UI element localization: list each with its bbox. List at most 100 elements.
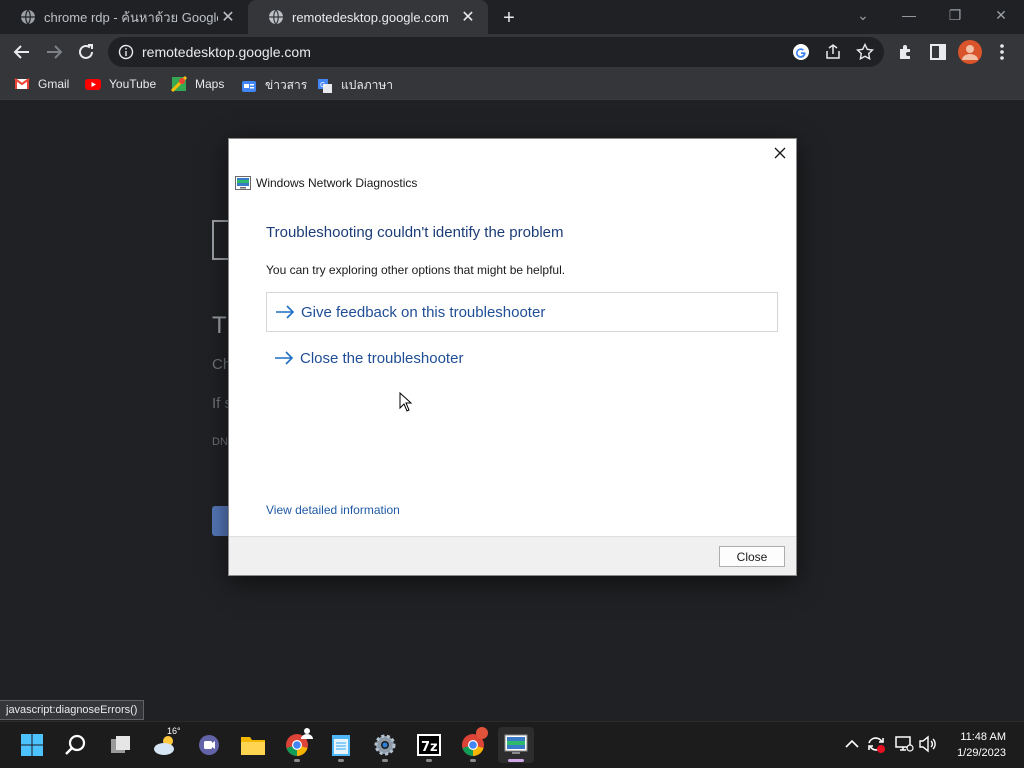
running-indicator — [294, 759, 300, 762]
dialog-heading: Troubleshooting couldn't identify the pr… — [266, 224, 564, 241]
reload-icon — [79, 44, 93, 59]
search-button[interactable] — [58, 727, 94, 763]
weather-temperature: 16° — [167, 726, 181, 736]
tab-search-chevron-icon[interactable]: ⌄ — [848, 4, 878, 26]
dialog-close-icon[interactable] — [768, 143, 792, 163]
view-detailed-information-link[interactable]: View detailed information — [266, 503, 400, 517]
file-explorer-button[interactable] — [235, 727, 271, 763]
arrow-right-icon — [276, 305, 295, 319]
new-tab-button[interactable]: + — [498, 7, 520, 29]
bookmark-label: ข่าวสาร — [265, 78, 308, 92]
network-diagnostics-icon — [235, 176, 251, 190]
google-lens-icon[interactable] — [792, 43, 810, 61]
chrome-button[interactable] — [279, 727, 315, 763]
extensions-icon[interactable] — [896, 42, 916, 62]
running-indicator — [508, 759, 524, 762]
tab-chrome-rdp-search[interactable]: chrome rdp - ค้นหาด้วย Google ✕ — [0, 0, 248, 34]
start-button[interactable] — [14, 727, 50, 763]
bookmark-youtube[interactable]: YouTube — [85, 76, 156, 92]
error-code-text: DN — [212, 436, 228, 448]
teams-chat-icon — [199, 735, 219, 755]
network-diagnostics-dialog: Windows Network Diagnostics Troubleshoot… — [228, 138, 797, 576]
running-indicator — [470, 759, 476, 762]
notepad-button[interactable] — [323, 727, 359, 763]
running-indicator — [426, 759, 432, 762]
back-button[interactable] — [8, 38, 36, 66]
clock-time: 11:48 AM — [960, 731, 1006, 743]
dialog-footer: Close — [229, 536, 796, 575]
windows-taskbar: 16° 7z 11:48 AM 1/29/2023 — [0, 721, 1024, 768]
tab-title: remotedesktop.google.com — [292, 9, 449, 25]
volume-icon[interactable] — [918, 734, 938, 754]
tab-strip: chrome rdp - ค้นหาด้วย Google ✕ remotede… — [0, 0, 1024, 34]
windows-start-icon — [21, 734, 43, 756]
minimize-icon[interactable]: — — [894, 4, 924, 26]
tab-title: chrome rdp - ค้นหาด้วย Google — [44, 9, 218, 25]
dialog-window-title: Windows Network Diagnostics — [256, 176, 418, 190]
bookmark-maps[interactable]: Maps — [171, 76, 224, 92]
running-indicator — [338, 759, 344, 762]
address-bar[interactable]: remotedesktop.google.com — [108, 37, 884, 67]
translate-icon: G — [318, 78, 332, 93]
browser-toolbar: remotedesktop.google.com — [0, 34, 1024, 70]
close-button[interactable]: Close — [719, 546, 785, 567]
seven-zip-icon: 7z — [417, 734, 441, 756]
url-text: remotedesktop.google.com — [142, 44, 311, 60]
close-troubleshooter-option[interactable]: Close the troubleshooter — [266, 338, 778, 378]
weather-cloud-icon — [154, 736, 174, 755]
sync-error-icon[interactable] — [866, 734, 886, 754]
tab-remotedesktop[interactable]: remotedesktop.google.com ✕ — [248, 0, 488, 34]
bookmark-translate[interactable]: G แปลภาษา — [317, 76, 393, 95]
dialog-subtext: You can try exploring other options that… — [266, 263, 566, 277]
running-indicator — [382, 759, 388, 762]
task-view-icon — [111, 736, 130, 753]
chrome-profile-button[interactable] — [455, 727, 491, 763]
bookmarks-bar: Gmail YouTube Maps ข่าวสาร G แปลภาษา — [0, 70, 1024, 100]
maps-icon — [171, 76, 187, 92]
clock[interactable]: 11:48 AM 1/29/2023 — [957, 729, 1006, 761]
gear-icon — [374, 734, 396, 756]
option-label: Close the troubleshooter — [300, 349, 464, 367]
network-status-icon[interactable] — [894, 734, 914, 754]
bookmark-gmail[interactable]: Gmail — [14, 76, 69, 92]
network-diagnostics-icon — [504, 734, 528, 754]
network-diagnostics-taskbar-button[interactable] — [498, 727, 534, 763]
side-panel-icon[interactable] — [928, 42, 948, 62]
bookmark-label: Maps — [195, 77, 225, 91]
globe-icon — [269, 9, 283, 25]
youtube-icon — [85, 79, 101, 90]
teams-chat-button[interactable] — [191, 727, 227, 763]
seven-zip-button[interactable]: 7z — [411, 727, 447, 763]
mouse-cursor-icon — [399, 392, 413, 412]
svg-text:G: G — [320, 81, 325, 89]
bookmark-news[interactable]: ข่าวสาร — [241, 76, 307, 95]
reload-button[interactable] — [72, 38, 100, 66]
tab-close-icon[interactable]: ✕ — [218, 7, 238, 27]
forward-button[interactable] — [40, 38, 68, 66]
give-feedback-option[interactable]: Give feedback on this troubleshooter — [266, 292, 778, 332]
gmail-icon — [14, 78, 30, 89]
menu-kebab-icon[interactable] — [992, 42, 1012, 62]
share-icon[interactable] — [824, 43, 842, 61]
folder-icon — [241, 737, 265, 755]
arrow-right-icon — [275, 351, 294, 365]
weather-widget[interactable]: 16° — [147, 726, 183, 763]
task-view-button[interactable] — [103, 727, 139, 763]
tab-close-icon[interactable]: ✕ — [458, 7, 478, 27]
info-icon[interactable] — [118, 44, 134, 60]
profile-avatar-icon[interactable] — [958, 40, 982, 64]
option-label: Give feedback on this troubleshooter — [301, 303, 546, 321]
profile-badge-icon — [301, 728, 313, 739]
bookmark-star-icon[interactable] — [856, 43, 874, 61]
notepad-icon — [332, 735, 350, 756]
dialog-header: Windows Network Diagnostics — [235, 176, 417, 190]
arrow-right-icon — [47, 45, 63, 59]
settings-button[interactable] — [367, 727, 403, 763]
restore-icon[interactable]: ❐ — [940, 4, 970, 26]
bookmark-label: Gmail — [38, 77, 70, 91]
profile-badge-icon — [476, 727, 488, 739]
show-hidden-icons-chevron-icon[interactable] — [842, 734, 862, 754]
close-window-icon[interactable]: ✕ — [986, 4, 1016, 26]
globe-icon — [21, 9, 35, 25]
search-icon — [65, 734, 86, 755]
